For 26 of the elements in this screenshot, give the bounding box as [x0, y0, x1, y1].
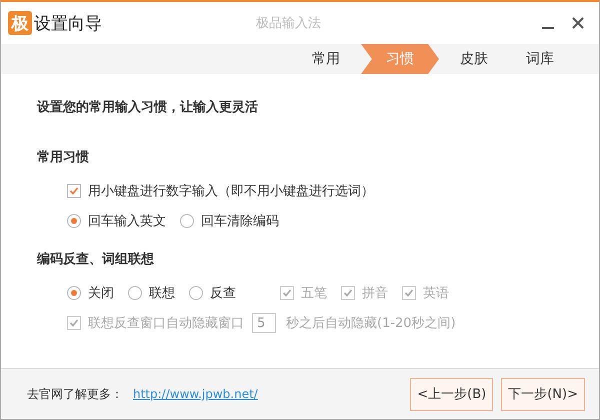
hint-text: 秒之后自动隐藏(1-20秒之间)	[286, 315, 456, 332]
radio-circle	[189, 286, 203, 300]
step-tab[interactable]: 常用	[293, 44, 359, 74]
radio-circle	[67, 214, 81, 228]
section-title: 常用习惯	[37, 149, 90, 166]
step-tab[interactable]: 皮肤	[441, 44, 507, 74]
footer-text: 去官网了解更多：	[27, 386, 123, 402]
radio-button[interactable]: 回车输入英文	[67, 212, 166, 230]
radio-button[interactable]: 联想	[128, 284, 175, 302]
checkbox[interactable]: 用小键盘进行数字输入（即不用小键盘进行选词）	[67, 182, 374, 200]
step-button[interactable]: <上一步(B)	[410, 378, 494, 410]
minimize-icon	[542, 27, 554, 29]
radio-circle	[67, 286, 81, 300]
step-button[interactable]: 下一步(N)>	[501, 378, 585, 410]
step-tab[interactable]: 词库	[507, 44, 573, 74]
radio-circle	[128, 286, 142, 300]
app-name: 极品输入法	[256, 15, 321, 32]
section-title: 编码反查、词组联想	[37, 250, 155, 268]
radio-button[interactable]: 反查	[189, 284, 236, 302]
intro-text: 设置您的常用输入习惯，让输入更灵活	[37, 98, 259, 116]
close-icon	[572, 17, 584, 29]
window-title: 设置向导	[34, 12, 102, 34]
radio-circle	[180, 214, 194, 228]
radio-button[interactable]: 回车清除编码	[180, 212, 279, 230]
radio-button[interactable]: 关闭	[67, 284, 114, 302]
logo-icon: 极	[8, 11, 32, 35]
